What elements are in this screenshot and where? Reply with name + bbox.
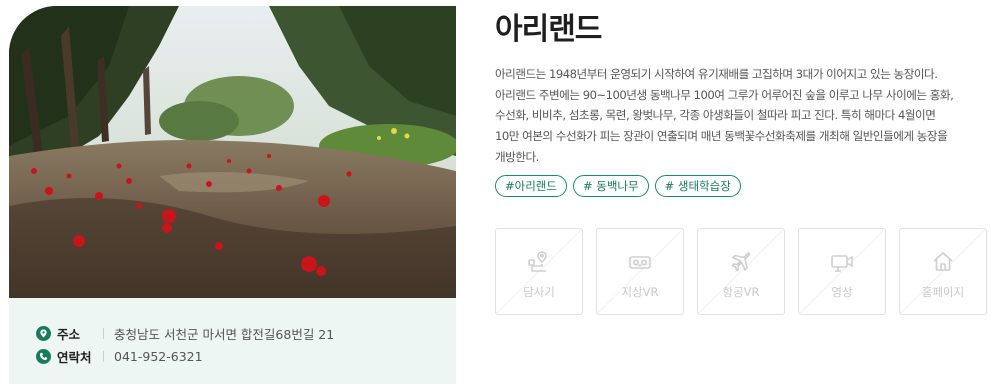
camellia-path-photo	[9, 6, 456, 298]
tile-video[interactable]: 영상	[798, 228, 886, 315]
place-photo	[9, 6, 456, 298]
video-camera-icon	[829, 249, 855, 275]
phone-icon	[36, 348, 51, 364]
tag-arirand[interactable]: #아리랜드	[495, 175, 567, 197]
phone-value: 041-952-6321	[114, 348, 203, 364]
location-pin-icon	[36, 325, 51, 341]
place-title: 아리랜드	[495, 12, 602, 47]
phone-row: 연락처 041-952-6321	[36, 346, 456, 366]
tile-label: 지상VR	[621, 285, 659, 299]
tile-label: 홈페이지	[921, 285, 965, 299]
tile-route[interactable]: 담사기	[495, 228, 583, 315]
tag-eco-learning[interactable]: # 생태학습장	[654, 175, 741, 197]
info-box: 주소 충청남도 서천군 마서면 합전길68번길 21 연락처 041-952-6…	[9, 298, 456, 384]
tag-camellia[interactable]: # 동백나무	[572, 175, 649, 197]
address-row: 주소 충청남도 서천군 마서면 합전길68번길 21	[36, 323, 456, 343]
place-description: 아리랜드는 1948년부터 운영되기 시작하여 유기재배를 고집하며 3대가 이…	[495, 67, 954, 164]
route-pin-icon	[526, 249, 552, 275]
tag-list: #아리랜드 # 동백나무 # 생태학습장	[495, 175, 741, 197]
divider	[103, 350, 104, 362]
tile-homepage[interactable]: 홈페이지	[899, 228, 987, 315]
address-label: 주소	[57, 326, 81, 342]
tile-label: 담사기	[523, 285, 555, 299]
vr-headset-icon	[627, 249, 653, 275]
divider	[103, 327, 104, 339]
home-icon	[930, 249, 956, 275]
tile-label: 항공VR	[722, 285, 760, 299]
airplane-icon	[728, 249, 754, 275]
tile-label: 영상	[831, 285, 853, 299]
phone-label: 연락처	[57, 349, 92, 365]
tile-aerial-vr[interactable]: 항공VR	[697, 228, 785, 315]
address-value: 충청남도 서천군 마서면 합전길68번길 21	[114, 326, 335, 342]
tile-ground-vr[interactable]: 지상VR	[596, 228, 684, 315]
action-tiles: 담사기 지상VR 항공VR 영상 홈페이지	[495, 228, 987, 315]
